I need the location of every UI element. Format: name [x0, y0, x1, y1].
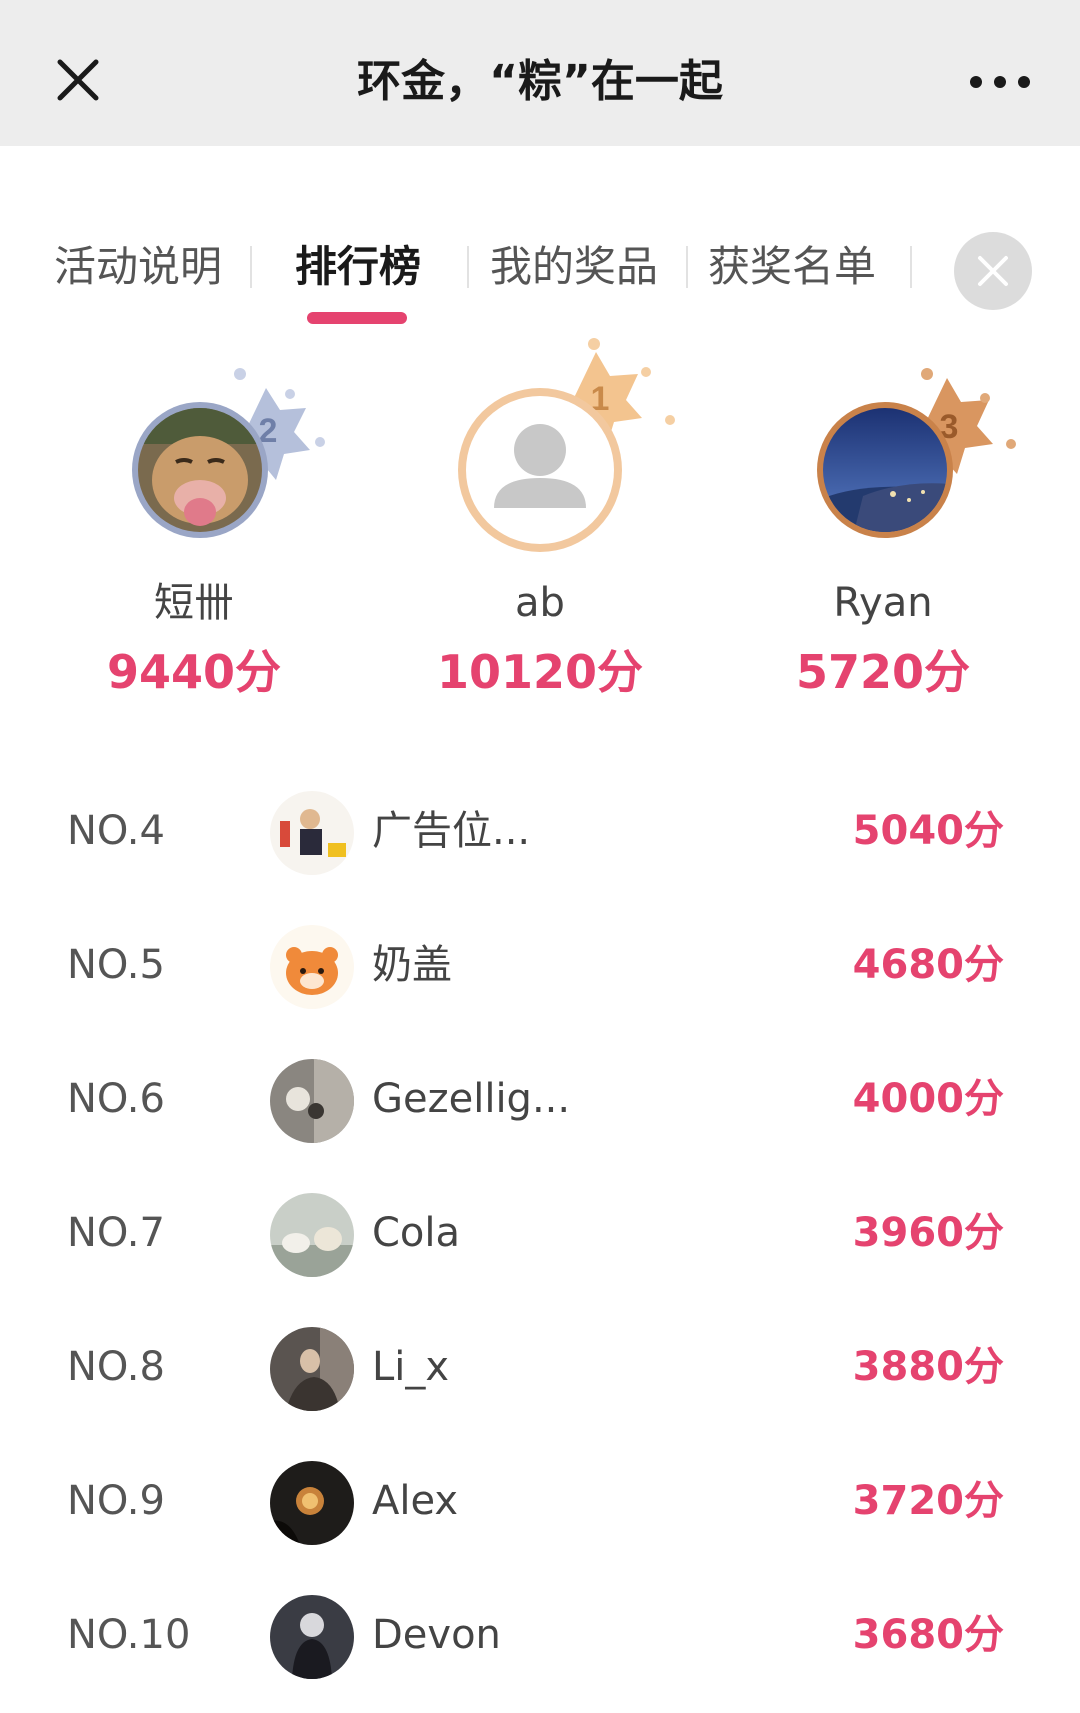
avatar [270, 791, 354, 875]
podium-name: ab [515, 580, 565, 626]
nav-bar: 环金，“粽”在一起 [0, 0, 1080, 146]
rank-number: NO.5 [67, 942, 165, 988]
rank-number: NO.6 [67, 1076, 165, 1122]
close-icon[interactable] [50, 52, 106, 108]
user-score: 3720分 [852, 1478, 1004, 1524]
user-score: 3960分 [852, 1210, 1004, 1256]
avatar [270, 1059, 354, 1143]
user-name: Cola [372, 1210, 461, 1256]
avatar [270, 1461, 354, 1545]
rank-2-badge-icon: 2 [132, 368, 325, 538]
tab-activity-info[interactable]: 活动说明 [54, 232, 222, 302]
avatar [270, 1327, 354, 1411]
user-name: Li_x [372, 1344, 450, 1390]
avatar [270, 1193, 354, 1277]
tab-winners-list[interactable]: 获奖名单 [708, 232, 876, 302]
podium-score: 5720分 [795, 645, 971, 699]
ranking-row[interactable]: NO.5 奶盖 4680分 [0, 899, 1080, 1033]
user-score: 3680分 [852, 1612, 1004, 1658]
rank-number: NO.8 [67, 1344, 165, 1390]
podium-name: Ryan [833, 580, 933, 626]
rank-number: NO.7 [67, 1210, 165, 1256]
active-tab-indicator [307, 312, 407, 324]
user-score: 4680分 [852, 942, 1004, 988]
ranking-row[interactable]: NO.9 Alex 3720分 [0, 1435, 1080, 1569]
tab-divider [910, 246, 912, 288]
user-score: 4000分 [852, 1076, 1004, 1122]
tab-my-prizes[interactable]: 我的奖品 [490, 232, 658, 302]
user-score: 5040分 [852, 808, 1004, 854]
rank-1-badge-icon: 1 [458, 338, 675, 552]
user-name: Alex [372, 1478, 459, 1524]
podium-name: 短卌 [154, 580, 234, 626]
tab-leaderboard[interactable]: 排行榜 [295, 232, 421, 302]
podium-first-place[interactable]: 1 ab 10120分 [390, 330, 690, 710]
rank-number: NO.9 [67, 1478, 165, 1524]
ranking-row[interactable]: NO.6 Gezellig... 4000分 [0, 1033, 1080, 1167]
podium-score: 9440分 [106, 645, 282, 699]
tab-divider [250, 246, 252, 288]
podium-score: 10120分 [436, 645, 644, 699]
user-name: Devon [372, 1612, 501, 1658]
close-panel-icon[interactable] [954, 232, 1032, 310]
user-name: 奶盖 [372, 942, 452, 988]
tab-divider [686, 246, 688, 288]
rank-number: NO.10 [67, 1612, 191, 1658]
rank-3-badge-icon: 3 [817, 368, 1016, 538]
rank-number: NO.4 [67, 808, 165, 854]
ranking-row[interactable]: NO.7 Cola 3960分 [0, 1167, 1080, 1301]
user-score: 3880分 [852, 1344, 1004, 1390]
user-name: 广告位... [372, 808, 531, 854]
tab-divider [467, 246, 469, 288]
ranking-row[interactable]: NO.8 Li_x 3880分 [0, 1301, 1080, 1435]
ranking-row[interactable]: NO.10 Devon 3680分 [0, 1569, 1080, 1703]
avatar [270, 1595, 354, 1679]
user-name: Gezellig... [372, 1076, 571, 1122]
ranking-row[interactable]: NO.4 广告位... 5040分 [0, 765, 1080, 899]
podium-third-place[interactable]: 3 Ryan 5720分 [733, 330, 1033, 710]
avatar [270, 925, 354, 1009]
podium-second-place[interactable]: 2 短卌 9440分 [44, 330, 344, 710]
page-title: 环金，“粽”在一起 [357, 56, 723, 107]
tab-bar: 活动说明 排行榜 我的奖品 获奖名单 [0, 232, 1080, 324]
more-dots-icon[interactable] [970, 66, 1050, 98]
